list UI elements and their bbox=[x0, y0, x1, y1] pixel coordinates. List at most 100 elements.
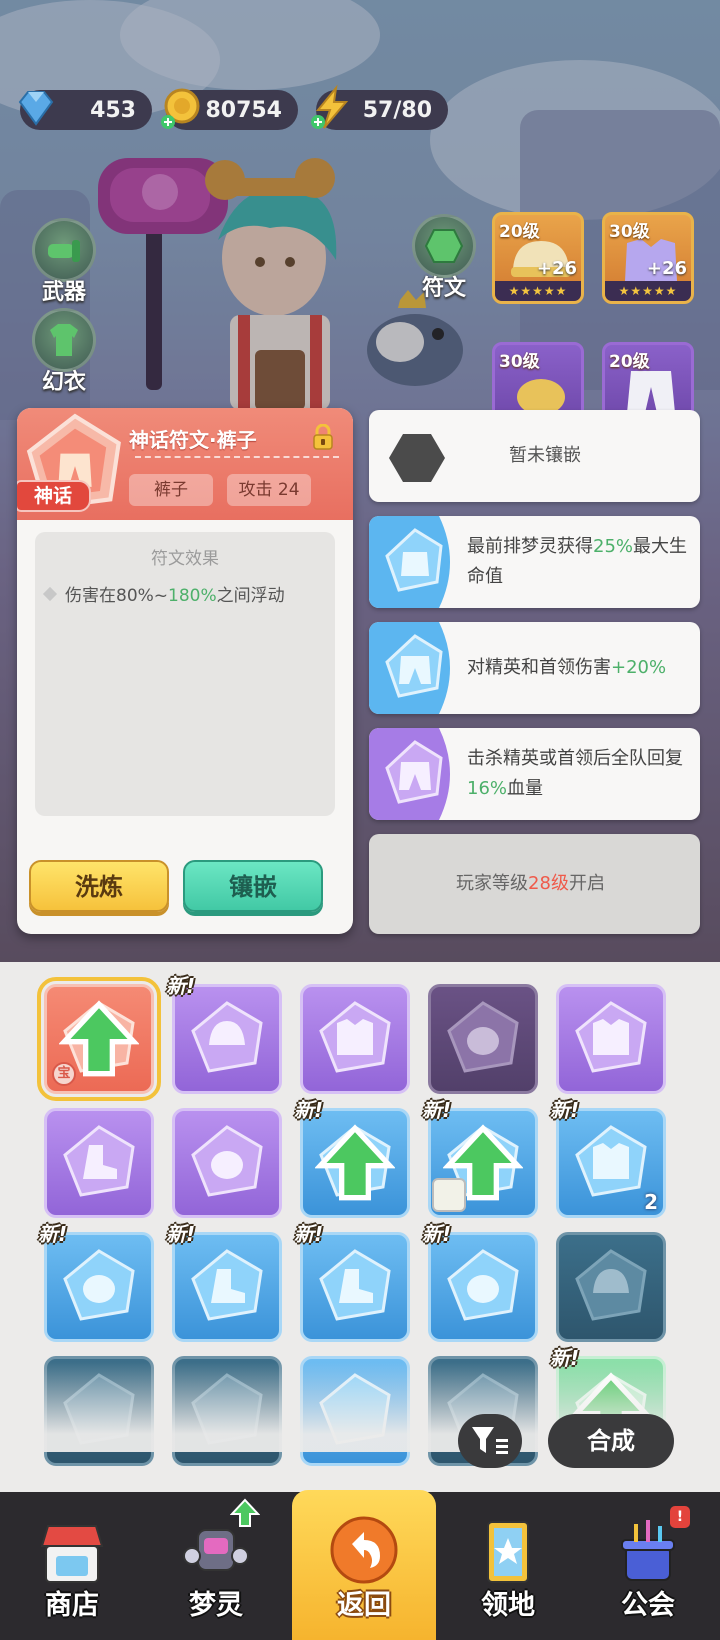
energy-counter[interactable]: 57/80 bbox=[311, 84, 448, 130]
effect-title: 符文效果 bbox=[151, 549, 219, 569]
boots-rune-icon bbox=[191, 1249, 263, 1321]
socket-slot-empty[interactable]: 暂未镶嵌 bbox=[369, 410, 700, 502]
socket-slot-1[interactable]: 最前排梦灵获得25%最大生命值 bbox=[369, 516, 700, 608]
inventory-item[interactable] bbox=[300, 984, 410, 1094]
boots-rune-icon bbox=[63, 1125, 135, 1197]
new-badge: 新! bbox=[550, 1098, 580, 1122]
empty-hexagon-icon bbox=[389, 434, 445, 482]
slot-text: 玩家等级 bbox=[456, 873, 529, 894]
gear-stars: ★★★★★ bbox=[605, 281, 691, 301]
nav-shop-label: 商店 bbox=[45, 1590, 99, 1621]
slot-text: 击杀精英或首领后全队回复 bbox=[467, 748, 683, 769]
inventory-item[interactable] bbox=[172, 1108, 282, 1218]
upgrade-arrow-icon bbox=[315, 1124, 395, 1201]
new-badge: 新! bbox=[38, 1222, 68, 1246]
inventory-item[interactable] bbox=[44, 1108, 154, 1218]
inventory-item[interactable]: 新! bbox=[166, 974, 282, 1094]
bullet-diamond-icon bbox=[42, 586, 58, 601]
diamond-value: 453 bbox=[90, 97, 136, 123]
gear-card-helmet[interactable]: 20级 +26 ★★★★★ bbox=[492, 212, 584, 304]
slot-text-suffix: 血量 bbox=[507, 778, 544, 799]
nav-territory[interactable]: 领地 bbox=[436, 1492, 580, 1640]
slot-text: 最前排梦灵获得 bbox=[467, 536, 593, 557]
inventory-item[interactable]: 新! bbox=[422, 1222, 538, 1342]
slot-unlock-level: 28级 bbox=[528, 873, 569, 894]
nav-back-label: 返回 bbox=[337, 1590, 391, 1621]
blue-pants-rune-icon bbox=[369, 622, 450, 714]
boots-rune-icon bbox=[319, 1249, 391, 1321]
new-badge: 新! bbox=[166, 974, 196, 998]
socket-slot-locked: 玩家等级28级开启 bbox=[369, 834, 700, 934]
rune-inventory: 宝 新! 新! 新! 新! 2 新! 新! 新! 新! 新! bbox=[0, 962, 720, 1492]
inventory-item[interactable]: 宝 bbox=[37, 977, 161, 1101]
inventory-item[interactable]: 新! 2 bbox=[550, 1098, 666, 1218]
inventory-item[interactable] bbox=[556, 984, 666, 1094]
slot-text-suffix: 开启 bbox=[568, 873, 605, 894]
weapon-icon bbox=[32, 218, 96, 282]
inventory-item[interactable]: 新! bbox=[294, 1222, 410, 1342]
shop-icon bbox=[40, 1525, 104, 1583]
equipped-pet-avatar bbox=[432, 1178, 466, 1212]
armor-rune-icon bbox=[319, 1001, 391, 1073]
compose-button[interactable]: 合成 bbox=[548, 1414, 674, 1468]
title-divider bbox=[135, 456, 339, 458]
socket-slot-3[interactable]: 击杀精英或首领后全队回复 16%血量 bbox=[369, 728, 700, 820]
myth-rarity-badge: 神话 bbox=[17, 480, 91, 512]
rune-icon bbox=[412, 214, 476, 278]
slot-highlight: +20% bbox=[611, 657, 667, 678]
inventory-item[interactable] bbox=[556, 1232, 666, 1342]
inventory-item[interactable]: 新! bbox=[38, 1222, 154, 1342]
effect-highlight: 180% bbox=[168, 586, 217, 606]
rune-effect-box: 符文效果 伤害在80%~180%之间浮动 bbox=[35, 532, 335, 816]
refine-button[interactable]: 洗炼 bbox=[29, 860, 169, 912]
coin-icon bbox=[161, 88, 200, 129]
new-badge: 新! bbox=[422, 1222, 452, 1246]
effect-line: 伤害在80%~180%之间浮动 bbox=[42, 581, 335, 606]
new-badge: 新! bbox=[422, 1098, 452, 1122]
gear-level: 20级 bbox=[499, 222, 540, 242]
nav-guild[interactable]: ! 公会 bbox=[576, 1492, 720, 1640]
inventory-item[interactable] bbox=[428, 984, 538, 1094]
stack-count: 2 bbox=[644, 1190, 658, 1214]
armor-rune-icon bbox=[575, 1125, 647, 1197]
coin-counter[interactable]: 80754 bbox=[161, 88, 298, 130]
new-badge: 新! bbox=[294, 1222, 324, 1246]
inventory-item[interactable]: 新! bbox=[294, 1098, 410, 1218]
inlay-button[interactable]: 镶嵌 bbox=[183, 860, 323, 912]
effect-text: 伤害在80%~ bbox=[65, 586, 169, 606]
filter-button[interactable] bbox=[458, 1414, 522, 1468]
inventory-item[interactable]: 新! bbox=[166, 1222, 282, 1342]
gloves-rune-icon bbox=[63, 1249, 135, 1321]
weapon-button[interactable]: 武器 bbox=[24, 218, 104, 306]
new-badge: 新! bbox=[166, 1222, 196, 1246]
rune-label: 符文 bbox=[421, 276, 466, 301]
coin-value: 80754 bbox=[205, 97, 282, 123]
back-arrow-icon bbox=[330, 1516, 398, 1584]
lock-icon[interactable] bbox=[311, 424, 335, 450]
gear-level: 30级 bbox=[499, 352, 540, 372]
gear-plus: +26 bbox=[536, 258, 577, 279]
gloves-rune-icon bbox=[191, 1125, 263, 1197]
helmet-rune-icon bbox=[191, 1001, 263, 1073]
socket-slot-2[interactable]: 对精英和首领伤害+20% bbox=[369, 622, 700, 714]
shirt-icon bbox=[32, 308, 96, 372]
diamond-counter[interactable]: 453 bbox=[18, 90, 152, 130]
gear-plus: +26 bbox=[646, 258, 687, 279]
slot-type-chip: 裤子 bbox=[129, 474, 213, 506]
nav-back[interactable]: 返回 bbox=[292, 1490, 436, 1640]
rune-button[interactable]: 符文 bbox=[404, 214, 484, 302]
nav-spirit[interactable]: 梦灵 bbox=[144, 1492, 288, 1640]
outfit-button[interactable]: 幻衣 bbox=[24, 308, 104, 396]
gloves-rune-icon bbox=[447, 1249, 519, 1321]
nav-shop[interactable]: 商店 bbox=[0, 1492, 144, 1640]
gear-card-armor[interactable]: 30级 +26 ★★★★★ bbox=[602, 212, 694, 304]
inventory-item[interactable]: 新! bbox=[422, 1098, 538, 1218]
new-badge: 新! bbox=[294, 1098, 324, 1122]
nav-spirit-label: 梦灵 bbox=[189, 1590, 243, 1621]
nav-guild-label: 公会 bbox=[621, 1590, 675, 1621]
gear-level: 20级 bbox=[609, 352, 650, 372]
stat-chip: 攻击 24 bbox=[227, 474, 311, 506]
effect-text-suffix: 之间浮动 bbox=[216, 586, 285, 606]
slot-type-label: 裤子 bbox=[154, 480, 188, 500]
slot-text: 对精英和首领伤害 bbox=[467, 657, 611, 678]
